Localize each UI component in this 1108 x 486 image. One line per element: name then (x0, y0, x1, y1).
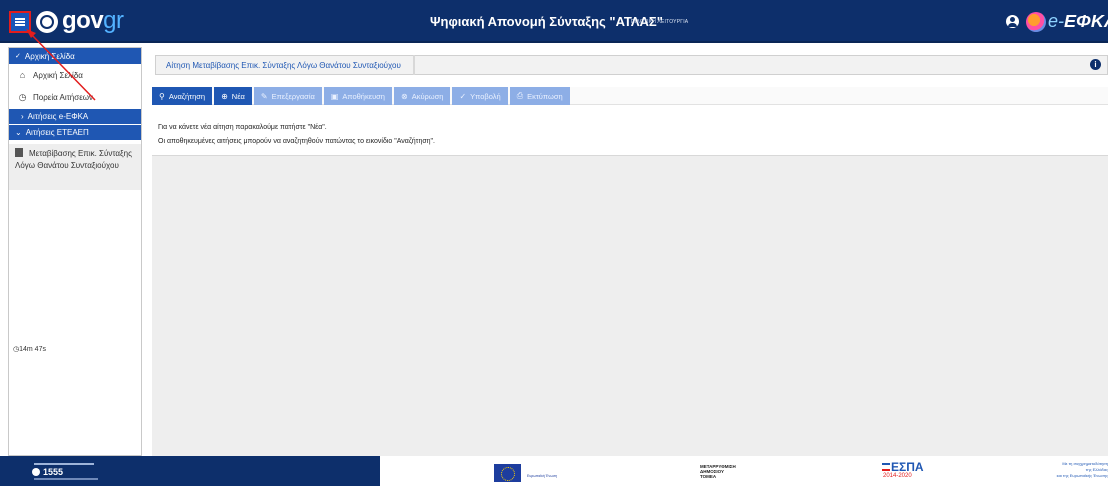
sidebar-group-eteaep[interactable]: ⌄ Αιτήσεις ΕΤΕΑΕΠ (9, 124, 141, 140)
sidebar-group-efka[interactable]: › Αιτήσεις e-ΕΦΚΑ (9, 108, 141, 124)
chevron-right-icon: › (21, 112, 24, 121)
search-icon: ⚲ (159, 91, 165, 101)
save-button[interactable]: ▣ Αποθήκευση (323, 87, 392, 105)
submit-button[interactable]: ✓ Υποβολή (452, 87, 508, 105)
info-icon[interactable]: i (1090, 59, 1101, 70)
home-icon: ⌂ (19, 70, 26, 80)
search-button[interactable]: ⚲ Αναζήτηση (152, 87, 213, 105)
espa-logo: ΕΣΠΑ 2014-2020 (882, 460, 924, 479)
session-timer: ◷14m 47s (13, 346, 46, 353)
reform-logo: ΜΕΤΑΡΡΥΘΜΙΣΗ ΔΗΜΟΣΙΟΥ ΤΟΜΕΑ (700, 464, 736, 479)
cancel-button[interactable]: ⊗ Ακύρωση (393, 87, 451, 105)
user-icon[interactable] (1006, 15, 1019, 28)
new-button[interactable]: ⊕ Νέα (214, 87, 252, 105)
sidebar-item-history[interactable]: ◷ Πορεία Αιτήσεων (9, 86, 141, 108)
efka-logo: e-ΕΦΚΑ (1026, 11, 1108, 33)
history-icon: ◷ (18, 91, 27, 102)
chevron-down-icon: ⌄ (15, 128, 22, 137)
chevron-down-icon: ✓ (15, 53, 21, 60)
eu-label: Ευρωπαϊκή Ένωση (527, 474, 558, 478)
app-mode-label: ΠΙΛΟΤΙΚΗ ΛΕΙΤΟΥΡΓΙΑ (631, 19, 689, 25)
page-title: Αίτηση Μεταβίβασης Επικ. Σύνταξης Λόγω Θ… (155, 55, 1108, 75)
app-title: Ψηφιακή Απονομή Σύνταξης "ΑΤΛΑΣ" (430, 14, 663, 29)
print-button[interactable]: ⎙ Εκτύπωση (509, 87, 570, 105)
title-divider (413, 55, 415, 75)
pencil-icon: ✎ (260, 91, 268, 101)
menu-toggle-button[interactable] (9, 11, 31, 33)
instruction-new: Για να κάνετε νέα αίτηση παρακαλούμε πατ… (158, 124, 327, 131)
efka-logo-icon (1026, 12, 1046, 32)
sidebar-item-transfer-application[interactable]: Μεταβίβασης Επικ. Σύνταξης Λόγω Θανάτου … (9, 144, 141, 190)
check-icon: ✓ (459, 91, 467, 101)
footer-helpline-panel: 1555 (0, 456, 380, 486)
document-icon (15, 148, 23, 157)
phone-icon (32, 468, 40, 476)
footer: 1555 Ευρωπαϊκή Ένωση ΜΕΤΑΡΡΥΘΜΙΣΗ ΔΗΜΟΣΙ… (0, 456, 1108, 486)
sidebar: ✓ Αρχική Σελίδα ⌂ Αρχική Σελίδα ◷ Πορεία… (8, 47, 142, 456)
hamburger-icon (15, 21, 25, 23)
floppy-icon: ▣ (330, 91, 339, 101)
cofunding-note: Με τη συγχρηματοδότηση της Ελλάδας και τ… (1056, 461, 1108, 478)
content-area (152, 156, 1108, 456)
instruction-search: Οι αποθηκευμένες αιτήσεις μπορούν να ανα… (158, 138, 435, 145)
sidebar-item-home[interactable]: ⌂ Αρχική Σελίδα (9, 64, 141, 86)
plus-circle-icon: ⊕ (221, 91, 228, 101)
govgr-logo[interactable]: govgr (62, 7, 124, 35)
sidebar-section-home[interactable]: ✓ Αρχική Σελίδα (9, 48, 141, 64)
edit-button[interactable]: ✎ Επεξεργασία (253, 87, 322, 105)
eu-flag-icon (494, 464, 521, 482)
gov-seal-icon (36, 11, 58, 33)
helpline-number: 1555 (32, 467, 63, 477)
action-toolbar: ⚲ Αναζήτηση ⊕ Νέα ✎ Επεξεργασία ▣ Αποθήκευση… (152, 87, 1108, 105)
top-bar: govgr Ψηφιακή Απονομή Σύνταξης "ΑΤΛΑΣ" Π… (0, 0, 1108, 43)
printer-icon: ⎙ (516, 91, 524, 100)
cancel-icon: ⊗ (400, 91, 408, 101)
